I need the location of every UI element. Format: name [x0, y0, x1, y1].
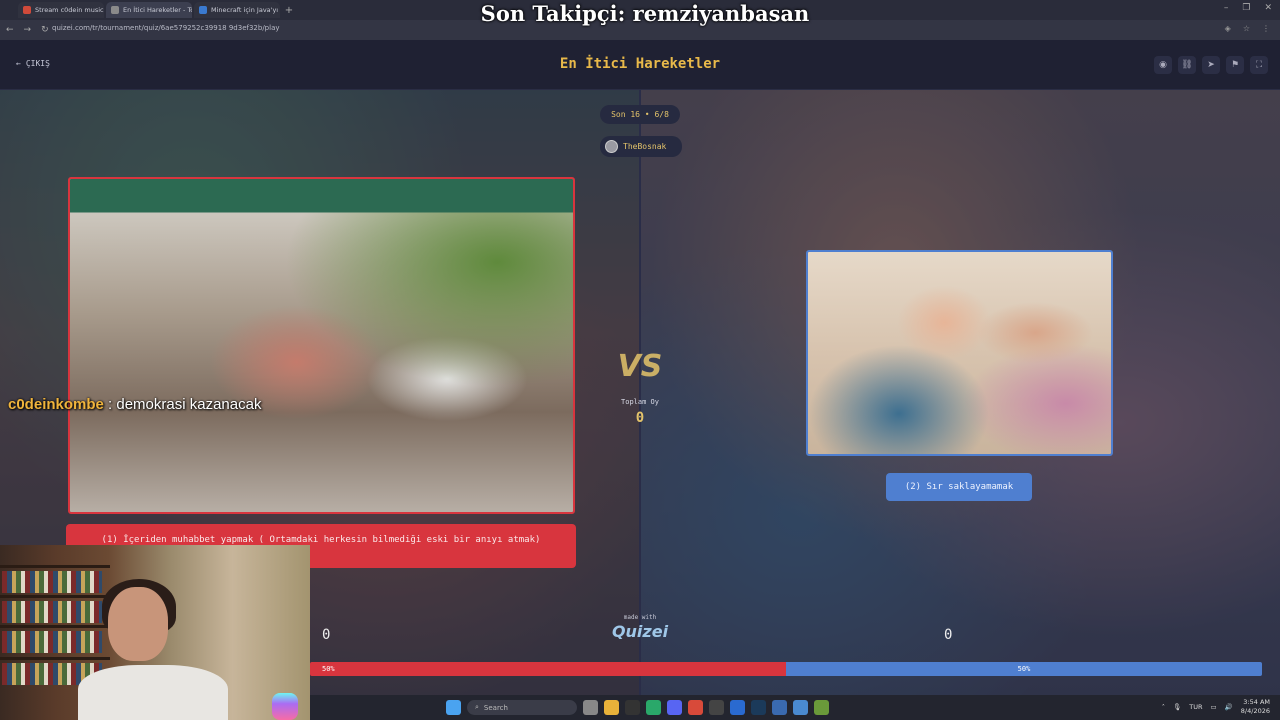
center-divider: [639, 90, 641, 695]
option-1-percent: 50%: [322, 665, 335, 673]
file-explorer-icon[interactable]: [604, 700, 619, 715]
option-1-score: 0: [322, 627, 331, 643]
steam-icon[interactable]: [751, 700, 766, 715]
app-icon[interactable]: [793, 700, 808, 715]
option-2-score: 0: [944, 627, 953, 643]
total-votes-value: 0: [635, 410, 645, 426]
clock-time: 3:54 AM: [1243, 698, 1270, 706]
option-2-percent: 50%: [1017, 665, 1031, 673]
browser-icon[interactable]: [646, 700, 661, 715]
code-icon[interactable]: [730, 700, 745, 715]
rgb-lamp: [272, 693, 298, 720]
eye-icon[interactable]: ◉: [1154, 56, 1172, 74]
user-badge: TheBosnak: [600, 136, 682, 157]
link-icon[interactable]: ⛓: [1178, 56, 1196, 74]
page-title: En İtici Hareketler: [559, 56, 721, 72]
monitor-icon[interactable]: ▭: [1211, 703, 1217, 711]
cafe-photo: [70, 179, 573, 512]
vote-progress-bar: 50% 50%: [310, 662, 1262, 676]
search-icon: ⌕: [475, 703, 479, 711]
avatar: [605, 140, 618, 153]
clock-date: 8/4/2026: [1240, 707, 1270, 715]
chat-text: : demokrasi kazanacak: [103, 396, 262, 413]
option-2-label[interactable]: (2) Sır saklayamamak: [886, 473, 1032, 501]
search-placeholder: Search: [483, 703, 508, 712]
task-view-icon[interactable]: [583, 700, 598, 715]
streamer: [78, 579, 228, 720]
streamer-shirt: [78, 665, 228, 720]
whisper-photo: [808, 252, 1111, 454]
mic-icon[interactable]: 🎙: [1173, 703, 1181, 711]
app-icon[interactable]: [772, 700, 787, 715]
made-with-label: made with: [623, 614, 657, 621]
option-2-progress: 50%: [786, 662, 1262, 676]
minecraft-icon[interactable]: [814, 700, 829, 715]
total-votes-label: Toplam Oy: [621, 398, 659, 406]
app-header: ← ÇIKIŞ En İtici Hareketler ◉ ⛓ ➤ ⚑ ⛶: [0, 40, 1280, 90]
bookshelf: [0, 565, 110, 568]
stream-overlay-title: Son Takipçi: remziyanbasan: [480, 1, 810, 26]
screen: Stream c0dein music | En İtici Hareketle…: [0, 0, 1280, 720]
username: TheBosnak: [623, 142, 667, 151]
streamer-face: [108, 587, 168, 661]
language-indicator[interactable]: TUR: [1189, 703, 1202, 711]
chat-message: c0deinkombe : demokrasi kazanacak: [8, 396, 261, 413]
webcam-overlay: [0, 545, 310, 720]
chrome-icon[interactable]: [688, 700, 703, 715]
send-icon[interactable]: ➤: [1202, 56, 1220, 74]
volume-icon[interactable]: 🔊: [1225, 703, 1233, 711]
option-1-image[interactable]: [68, 177, 575, 514]
obs-icon[interactable]: [709, 700, 724, 715]
header-actions: ◉ ⛓ ➤ ⚑ ⛶: [1154, 56, 1268, 74]
fullscreen-icon[interactable]: ⛶: [1250, 56, 1268, 74]
chat-username: c0deinkombe: [8, 396, 104, 413]
flag-icon[interactable]: ⚑: [1226, 56, 1244, 74]
terminal-icon[interactable]: [625, 700, 640, 715]
chevron-up-icon[interactable]: ˄: [1162, 703, 1165, 711]
vs-icon: VS: [617, 349, 663, 384]
system-tray: ˄ 🎙 TUR ▭ 🔊 3:54 AM 8/4/2026: [1162, 698, 1270, 716]
option-1-progress: 50%: [310, 662, 786, 676]
option-2-image[interactable]: [806, 250, 1113, 456]
start-icon[interactable]: [446, 700, 461, 715]
round-badge: Son 16 • 6/8: [600, 105, 680, 124]
clock[interactable]: 3:54 AM 8/4/2026: [1241, 698, 1270, 716]
quizei-logo: Quizei: [611, 622, 669, 641]
discord-icon[interactable]: [667, 700, 682, 715]
taskbar-search[interactable]: ⌕ Search: [467, 700, 577, 715]
taskbar-apps: ⌕ Search: [446, 700, 829, 715]
